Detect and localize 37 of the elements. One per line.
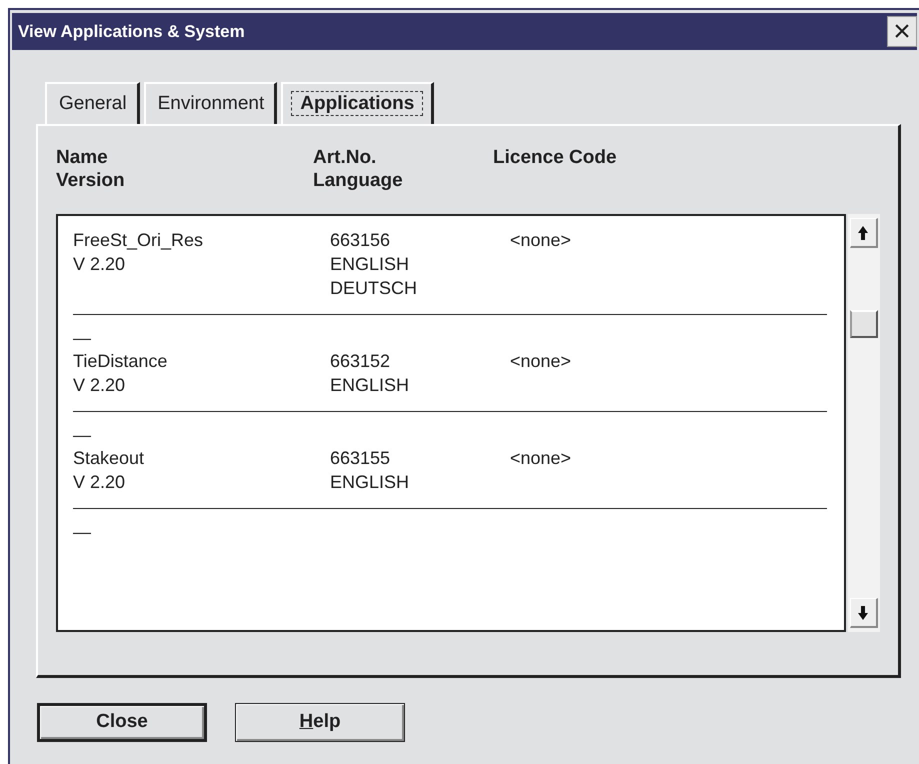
tab[interactable]: General [45,82,140,124]
dialog-button[interactable]: Help [235,703,405,742]
dash-mark: — [73,425,91,445]
language: ENGLISH [330,374,410,397]
scroll-thumb[interactable] [850,310,878,338]
language: ENGLISH [330,253,410,276]
app-name: TieDistance [73,350,168,373]
scrollbar[interactable] [848,214,880,632]
article-number: 663152 [330,350,392,373]
app-name: Stakeout [73,447,146,470]
window-title: View Applications & System [17,20,245,43]
licence-code: <none> [510,229,572,252]
down-arrow-icon [857,604,870,620]
column-header: Art.No. [313,146,378,169]
tab[interactable]: Environment [144,82,278,124]
app-version: V 2.20 [73,374,126,397]
column-header: Licence Code [493,146,618,169]
app-version: V 2.20 [73,253,126,276]
app-version: V 2.20 [73,471,126,494]
article-number: 663155 [330,447,392,470]
scroll-down-button[interactable] [850,598,878,628]
dialog-button[interactable]: Close [37,703,207,742]
column-header: Name [56,146,109,169]
licence-code: <none> [510,350,572,373]
up-arrow-icon [857,224,870,240]
dash-mark: — [73,522,91,542]
column-header: Language [313,169,404,192]
article-number: 663156 [330,229,392,252]
dash-mark: — [73,328,91,348]
language: ENGLISH [330,471,410,494]
tab[interactable]: Applications [281,82,434,124]
close-button[interactable]: × [887,16,917,47]
scroll-up-button[interactable] [850,218,878,248]
licence-code: <none> [510,447,572,470]
column-header: Version [56,169,126,192]
language: DEUTSCH [330,277,418,300]
app-name: FreeSt_Ori_Res [73,229,204,252]
